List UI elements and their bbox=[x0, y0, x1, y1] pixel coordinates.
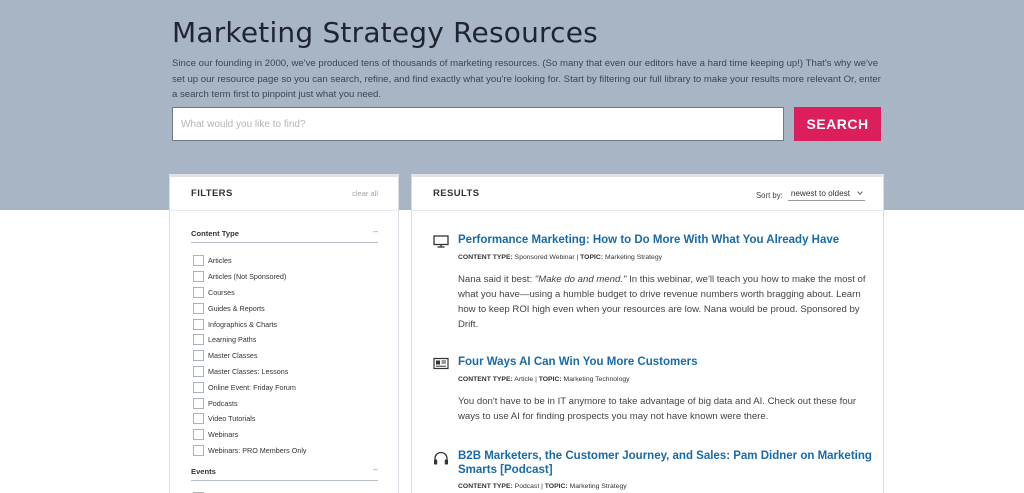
results-title: RESULTS bbox=[433, 188, 480, 199]
collapse-icon[interactable]: – bbox=[373, 226, 378, 236]
meta-label: CONTENT TYPE: bbox=[458, 483, 513, 490]
filter-item[interactable]: Master Classes: Lessons bbox=[193, 364, 383, 380]
chevron-down-icon bbox=[857, 189, 863, 195]
meta-topic: Marketing Strategy bbox=[604, 254, 663, 261]
checkbox[interactable] bbox=[193, 350, 204, 362]
result-meta: CONTENT TYPE: Article | TOPIC: Marketing… bbox=[458, 376, 630, 383]
intro-text: Since our founding in 2000, we've produc… bbox=[172, 58, 881, 100]
filters-header: FILTERS clear all bbox=[170, 177, 398, 211]
desc-quote: "Make do and mend." bbox=[534, 274, 627, 285]
filter-item[interactable]: Articles bbox=[193, 253, 383, 269]
filter-item[interactable]: Articles (Not Sponsored) bbox=[193, 269, 383, 285]
filter-item[interactable]: Guides & Reports bbox=[193, 300, 383, 316]
sort-select[interactable]: newest to oldest bbox=[787, 189, 865, 201]
result-title-link[interactable]: Four Ways AI Can Win You More Customers bbox=[458, 355, 873, 369]
meta-topic: Marketing Strategy bbox=[569, 483, 627, 490]
meta-separator: | bbox=[535, 376, 537, 383]
filter-label: Master Classes: Lessons bbox=[208, 366, 289, 376]
filters-title: FILTERS bbox=[191, 188, 233, 199]
checkbox[interactable] bbox=[193, 381, 204, 393]
headphones-icon bbox=[434, 451, 448, 465]
filter-label: Guides & Reports bbox=[208, 303, 265, 313]
filter-item[interactable]: Master Classes bbox=[193, 348, 383, 364]
section-events[interactable]: Events – bbox=[191, 464, 378, 481]
checkbox[interactable] bbox=[193, 413, 204, 425]
filter-item[interactable]: Infographics & Charts bbox=[193, 316, 383, 332]
sort-value: newest to oldest bbox=[790, 189, 850, 198]
filter-item[interactable]: Courses bbox=[193, 285, 383, 301]
meta-label: CONTENT TYPE: bbox=[458, 254, 513, 261]
clear-all-link[interactable]: clear all bbox=[352, 189, 378, 198]
checkbox[interactable] bbox=[193, 286, 204, 298]
filter-label: Courses bbox=[208, 287, 235, 297]
checkbox[interactable] bbox=[193, 255, 204, 267]
filter-label: Infographics & Charts bbox=[208, 319, 278, 329]
meta-topic: Marketing Technology bbox=[563, 376, 630, 383]
filters-panel: FILTERS clear all Content Type – Article… bbox=[169, 174, 399, 493]
meta-label: TOPIC: bbox=[580, 254, 604, 261]
filter-label: Articles bbox=[208, 256, 232, 266]
result-meta: CONTENT TYPE: Podcast | TOPIC: Marketing… bbox=[458, 483, 627, 490]
checkbox[interactable] bbox=[193, 397, 204, 409]
search-box[interactable] bbox=[172, 107, 784, 141]
filter-label: Online Event: Friday Forum bbox=[208, 382, 296, 392]
newspaper-icon bbox=[433, 357, 449, 370]
sort-label: Sort by: bbox=[755, 190, 783, 200]
checkbox[interactable] bbox=[193, 334, 204, 346]
result-title-link[interactable]: B2B Marketers, the Customer Journey, and… bbox=[458, 449, 873, 477]
filter-item[interactable]: Webinars bbox=[193, 427, 383, 443]
meta-content-type: Article bbox=[514, 376, 534, 383]
meta-label: CONTENT TYPE: bbox=[458, 376, 513, 383]
filter-label: Podcasts bbox=[208, 398, 238, 408]
section-label: Content Type bbox=[191, 229, 239, 238]
result-item: Four Ways AI Can Win You More Customers … bbox=[433, 355, 873, 425]
meta-separator: | bbox=[576, 254, 579, 261]
filter-item[interactable]: Online Event: Friday Forum bbox=[193, 379, 383, 395]
result-item: Performance Marketing: How to Do More Wi… bbox=[433, 233, 873, 333]
meta-label: TOPIC: bbox=[538, 376, 562, 383]
checkbox[interactable] bbox=[193, 444, 204, 456]
filter-label: Articles (Not Sponsored) bbox=[208, 272, 287, 282]
results-header: RESULTS Sort by: newest to oldest bbox=[412, 177, 883, 211]
section-label: Events bbox=[191, 467, 216, 476]
monitor-icon bbox=[433, 235, 449, 248]
checkbox[interactable] bbox=[193, 365, 204, 377]
meta-content-type: Sponsored Webinar bbox=[514, 254, 575, 261]
filter-item[interactable]: Webinars: PRO Members Only bbox=[193, 443, 383, 459]
result-meta: CONTENT TYPE: Sponsored Webinar | TOPIC:… bbox=[458, 254, 662, 261]
content-type-list: Articles Articles (Not Sponsored) Course… bbox=[193, 253, 383, 458]
filter-label: Learning Paths bbox=[208, 335, 257, 345]
filter-label: Video Tutorials bbox=[208, 414, 256, 424]
result-description: Nana said it best: "Make do and mend." I… bbox=[458, 272, 868, 332]
filter-label: Master Classes bbox=[208, 351, 258, 361]
checkbox[interactable] bbox=[193, 302, 204, 314]
sort-control: Sort by: newest to oldest bbox=[756, 189, 865, 201]
filter-label: Webinars bbox=[208, 430, 239, 440]
collapse-icon[interactable]: – bbox=[373, 464, 378, 474]
filter-item[interactable]: Learning Paths bbox=[193, 332, 383, 348]
search-button[interactable]: SEARCH bbox=[794, 107, 881, 141]
filter-item[interactable]: Podcasts bbox=[193, 395, 383, 411]
meta-label: TOPIC: bbox=[544, 483, 568, 490]
search-input[interactable] bbox=[173, 108, 783, 140]
results-panel: RESULTS Sort by: newest to oldest Perfor… bbox=[411, 174, 884, 493]
result-item: B2B Marketers, the Customer Journey, and… bbox=[433, 449, 873, 493]
checkbox[interactable] bbox=[193, 271, 204, 283]
section-content-type[interactable]: Content Type – bbox=[191, 226, 378, 243]
checkbox[interactable] bbox=[193, 318, 204, 330]
checkbox[interactable] bbox=[193, 429, 204, 441]
meta-content-type: Podcast bbox=[514, 483, 540, 490]
result-description: You don't have to be in IT anymore to ta… bbox=[458, 396, 857, 422]
filter-label: Webinars: PRO Members Only bbox=[208, 445, 307, 455]
meta-separator: | bbox=[541, 483, 543, 490]
page-title: Marketing Strategy Resources bbox=[172, 16, 598, 49]
result-title-link[interactable]: Performance Marketing: How to Do More Wi… bbox=[458, 233, 873, 247]
desc-prefix: Nana said it best: bbox=[458, 274, 535, 285]
filter-item[interactable]: Video Tutorials bbox=[193, 411, 383, 427]
